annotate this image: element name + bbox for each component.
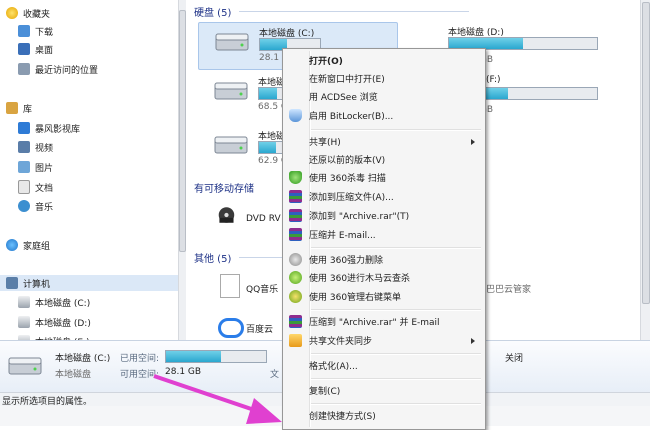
download-icon <box>18 25 30 37</box>
submenu-arrow-icon <box>471 337 475 344</box>
navigation-pane: 收藏夹 下载 桌面 最近访问的位置 库 暴风影视库 视频 图片 文档 音乐 家庭… <box>0 0 186 348</box>
details-used-label: 已用空间: <box>120 354 160 364</box>
menu-separator <box>311 353 481 355</box>
sync-icon <box>289 334 302 347</box>
nav-computer[interactable]: 计算机 <box>0 275 184 291</box>
details-extra-value: 关闭 <box>505 354 524 364</box>
desktop-icon <box>18 43 30 55</box>
nav-desktop[interactable]: 桌面 <box>18 41 53 57</box>
content-scroll-thumb[interactable] <box>642 2 650 304</box>
video-icon <box>18 141 30 153</box>
menu-item-compress-email[interactable]: 压缩并 E-mail... <box>285 226 483 243</box>
menu-separator <box>311 378 481 380</box>
other-item-qqmusic[interactable]: QQ音乐 <box>198 268 288 314</box>
menu-separator <box>311 129 481 131</box>
nav-storm-library[interactable]: 暴风影视库 <box>18 120 80 136</box>
library-icon <box>6 102 18 114</box>
hard-drive-icon <box>8 357 42 375</box>
recent-places-icon <box>18 63 30 75</box>
360-antivirus-icon <box>289 171 302 184</box>
dvd-icon <box>218 207 235 223</box>
sidebar-scroll-thumb[interactable] <box>179 10 186 252</box>
menu-item-open-new-window[interactable]: 在新窗口中打开(E) <box>285 70 483 87</box>
file-icon <box>220 274 240 298</box>
360-trojan-icon <box>289 271 302 284</box>
nav-libraries[interactable]: 库 <box>6 100 32 116</box>
menu-item-add-archive[interactable]: 添加到压缩文件(A)... <box>285 188 483 205</box>
menu-item-compress-rar-email[interactable]: 压缩到 "Archive.rar" 并 E-mail <box>285 313 483 330</box>
group-header-hard-disks[interactable]: 硬盘 (5) <box>194 4 470 19</box>
menu-item-360-trojan[interactable]: 使用 360进行木马云查杀 <box>285 269 483 286</box>
winrar-icon <box>289 228 302 241</box>
nav-drive-c[interactable]: 本地磁盘 (C:) <box>18 294 90 310</box>
menu-item-360-menu-manager[interactable]: 使用 360管理右键菜单 <box>285 288 483 305</box>
menu-item-add-archive-rar[interactable]: 添加到 "Archive.rar"(T) <box>285 207 483 224</box>
menu-item-bitlocker[interactable]: 启用 BitLocker(B)... <box>285 107 483 124</box>
menu-item-share[interactable]: 共享(H) <box>285 133 483 150</box>
nav-pictures[interactable]: 图片 <box>18 159 53 175</box>
homegroup-icon <box>6 239 18 251</box>
menu-item-copy[interactable]: 复制(C) <box>285 382 483 399</box>
pointer-arrow-icon <box>153 374 282 424</box>
menu-separator <box>311 309 481 311</box>
menu-item-open[interactable]: 打开(O) <box>285 52 483 69</box>
360-menu-icon <box>289 290 302 303</box>
usage-fill <box>166 351 221 362</box>
usage-fill <box>259 142 276 153</box>
drive-icon <box>18 296 30 308</box>
other-item-360cloud[interactable]: 巴巴云管家 <box>482 262 642 308</box>
360-delete-icon <box>289 253 302 266</box>
nav-homegroup[interactable]: 家庭组 <box>6 237 50 253</box>
details-drive-name: 本地磁盘 (C:) <box>55 354 111 364</box>
nav-downloads[interactable]: 下载 <box>18 23 53 39</box>
menu-separator <box>311 403 481 405</box>
group-header-removable[interactable]: 有可移动存储 <box>194 180 254 195</box>
context-menu: 打开(O) 在新窗口中打开(E) 用 ACDSee 浏览 启用 BitLocke… <box>282 48 486 430</box>
music-icon <box>18 200 30 212</box>
nav-drive-d[interactable]: 本地磁盘 (D:) <box>18 314 91 330</box>
menu-item-360-scan[interactable]: 使用 360杀毒 扫描 <box>285 169 483 186</box>
usage-fill <box>259 88 277 99</box>
winrar-icon <box>289 315 302 328</box>
storm-video-icon <box>18 122 30 134</box>
nav-documents[interactable]: 文档 <box>18 179 53 195</box>
sidebar-scrollbar[interactable] <box>178 0 186 340</box>
hard-drive-icon <box>214 136 248 154</box>
hard-drive-icon <box>214 82 248 100</box>
bitlocker-icon <box>289 109 302 122</box>
menu-item-create-shortcut[interactable]: 创建快捷方式(S) <box>285 407 483 424</box>
submenu-arrow-icon <box>471 138 475 145</box>
nav-favorites[interactable]: 收藏夹 <box>6 5 50 21</box>
nav-recent-places[interactable]: 最近访问的位置 <box>18 61 98 77</box>
star-icon <box>6 7 18 19</box>
winrar-icon <box>289 190 302 203</box>
details-usage-bar <box>165 350 267 363</box>
menu-separator <box>311 247 481 249</box>
details-drive-type: 本地磁盘 <box>55 370 92 380</box>
hard-drive-icon <box>215 33 249 51</box>
menu-item-format[interactable]: 格式化(A)... <box>285 357 483 374</box>
other-item-baidu[interactable]: 百度云 <box>198 312 288 340</box>
menu-item-acdsee[interactable]: 用 ACDSee 浏览 <box>285 88 483 105</box>
menu-item-360-delete[interactable]: 使用 360强力删除 <box>285 251 483 268</box>
document-icon <box>18 180 30 194</box>
computer-icon <box>6 277 18 289</box>
winrar-icon <box>289 209 302 222</box>
menu-item-folder-sync[interactable]: 共享文件夹同步 <box>285 332 483 349</box>
drive-icon <box>18 316 30 328</box>
group-divider <box>239 11 470 12</box>
picture-icon <box>18 161 30 173</box>
nav-videos[interactable]: 视频 <box>18 139 53 155</box>
content-scrollbar[interactable] <box>640 0 650 340</box>
baidu-cloud-icon <box>218 318 244 338</box>
dvd-drive-tile[interactable]: DVD RV <box>198 198 288 244</box>
menu-item-restore-versions[interactable]: 还原以前的版本(V) <box>285 151 483 168</box>
nav-music[interactable]: 音乐 <box>18 198 53 214</box>
